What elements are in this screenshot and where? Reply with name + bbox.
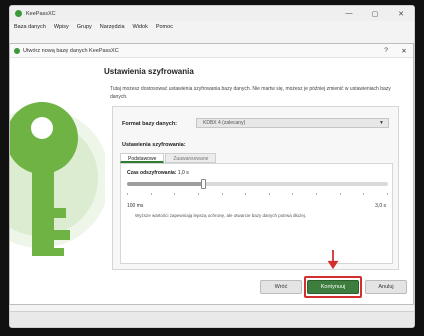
slider-ticks <box>127 193 388 196</box>
menu-view[interactable]: Widok <box>133 24 148 30</box>
chevron-down-icon: ▼ <box>379 120 384 126</box>
slider-tick <box>387 193 388 195</box>
menu-help[interactable]: Pomoc <box>156 24 173 30</box>
decryption-time-label: Czas odszyfrowania: 1,0 s <box>127 170 189 176</box>
menu-tools[interactable]: Narzędzia <box>100 24 125 30</box>
slider-tick <box>292 193 293 195</box>
encryption-settings-panel: Format bazy danych: KDBX 4 (zalecany) ▼ … <box>112 106 399 270</box>
keepassxc-key-logo <box>10 58 105 304</box>
dialog-controls: ? ✕ <box>377 47 413 55</box>
slider-tick <box>269 193 270 195</box>
keepassxc-app-icon <box>14 47 20 54</box>
page-heading: Ustawienia szyfrowania <box>104 67 194 76</box>
decryption-time-caption: Czas odszyfrowania: <box>127 170 177 176</box>
slider-tick <box>245 193 246 195</box>
slider-max-label: 3,0 s <box>375 203 386 209</box>
tab-basic[interactable]: Podstawowe <box>120 153 165 163</box>
maximize-button[interactable]: ▢ <box>362 10 388 18</box>
new-database-dialog: Utwórz nową bazę danych KeePassXC ? ✕ Us… <box>9 43 414 305</box>
back-button[interactable]: Wróć <box>260 280 302 294</box>
close-button[interactable]: ✕ <box>388 10 414 18</box>
database-format-value: KDBX 4 (zalecany) <box>203 120 246 126</box>
slider-tick <box>127 193 128 195</box>
slider-tick <box>222 193 223 195</box>
slider-fill <box>127 182 203 186</box>
menubar: Baza danych Wpisy Grupy Narzędzia Widok … <box>10 21 414 33</box>
slider-handle[interactable] <box>201 179 206 189</box>
dialog-close-button[interactable]: ✕ <box>395 47 413 55</box>
slider-tick <box>316 193 317 195</box>
menu-groups[interactable]: Grupy <box>77 24 92 30</box>
menu-entries[interactable]: Wpisy <box>54 24 69 30</box>
database-format-select[interactable]: KDBX 4 (zalecany) ▼ <box>196 118 389 128</box>
basic-tab-content: Czas odszyfrowania: 1,0 s 100 ms 3,0 s W… <box>120 163 393 264</box>
slider-tick <box>363 193 364 195</box>
keepassxc-app-icon <box>15 10 22 17</box>
minimize-button[interactable]: — <box>336 10 362 18</box>
red-arrow-icon <box>327 250 339 270</box>
help-button[interactable]: ? <box>377 47 395 55</box>
window-controls: — ▢ ✕ <box>336 10 414 18</box>
status-bar <box>10 311 414 327</box>
key-illustration <box>10 102 105 256</box>
slider-tick <box>174 193 175 195</box>
dialog-title: Utwórz nową bazę danych KeePassXC <box>23 47 119 54</box>
database-format-label: Format bazy danych: <box>122 121 178 127</box>
main-window-title: KeePassXC <box>26 10 56 17</box>
tab-advanced[interactable]: Zaawansowane <box>165 153 217 163</box>
encryption-description: Tutaj możesz dostosować ustawienia szyfr… <box>110 86 391 100</box>
encryption-settings-label: Ustawienia szyfrowania: <box>122 142 186 148</box>
menu-database[interactable]: Baza danych <box>14 24 46 30</box>
slider-tick <box>340 193 341 195</box>
main-titlebar: KeePassXC — ▢ ✕ <box>10 6 414 21</box>
encryption-tabs: Podstawowe Zaawansowane <box>120 153 217 163</box>
cancel-button[interactable]: Anuluj <box>365 280 407 294</box>
slider-min-label: 100 ms <box>127 203 144 209</box>
slider-tick <box>198 193 199 195</box>
decryption-time-hint: Wyższe wartości zapewniają lepszą ochron… <box>135 213 307 218</box>
decryption-time-value: 1,0 s <box>177 170 189 176</box>
dialog-titlebar: Utwórz nową bazę danych KeePassXC ? ✕ <box>10 44 413 58</box>
slider-tick <box>151 193 152 195</box>
decryption-time-slider[interactable] <box>127 179 388 189</box>
continue-highlight-box <box>304 276 362 298</box>
